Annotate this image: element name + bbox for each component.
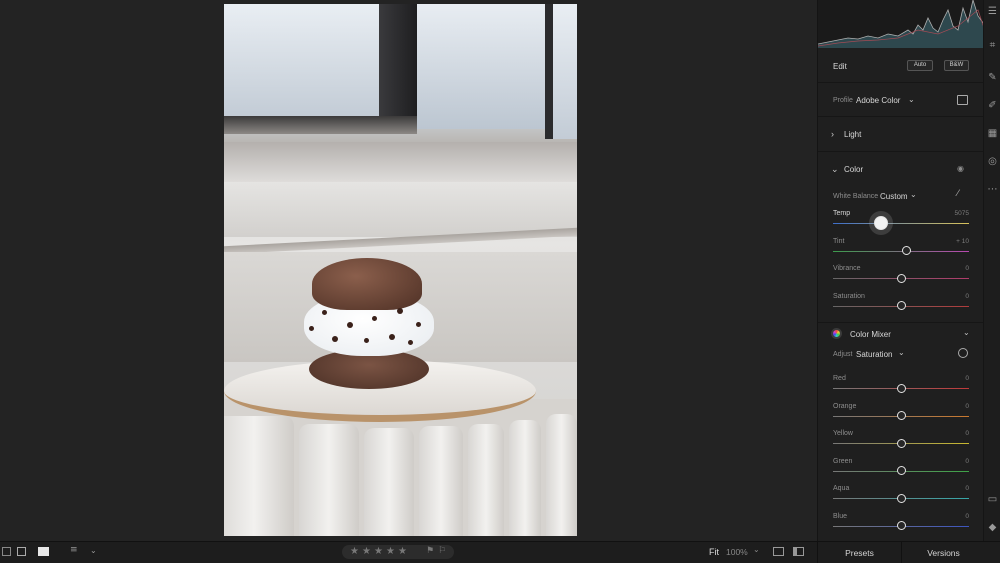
section-color-label[interactable]: Color bbox=[844, 165, 863, 174]
vibrance-slider-label: Vibrance bbox=[833, 265, 861, 272]
saturation-slider-thumb[interactable] bbox=[896, 301, 906, 310]
green-slider-value[interactable]: 0 bbox=[965, 458, 969, 465]
chevron-down-icon[interactable]: ⌄ bbox=[831, 164, 839, 175]
vibrance-slider-value[interactable]: 0 bbox=[965, 265, 969, 272]
section-color-mixer: Color Mixer ⌄ Adjust Saturation ⌄ Red 0 Or… bbox=[818, 323, 983, 541]
blue-slider-value[interactable]: 0 bbox=[965, 513, 969, 520]
tint-slider-value[interactable]: + 10 bbox=[956, 238, 969, 245]
green-slider-label: Green bbox=[833, 457, 853, 465]
profile-row[interactable]: Profile Adobe Color ⌄ bbox=[818, 83, 983, 117]
split-view-icon[interactable] bbox=[793, 547, 804, 556]
sort-icon[interactable]: ≡ bbox=[70, 545, 78, 555]
white-balance-dropdown[interactable]: Custom bbox=[880, 192, 908, 201]
white-balance-label: White Balance bbox=[833, 193, 879, 200]
adjust-dropdown[interactable]: Saturation bbox=[856, 350, 892, 359]
star-3[interactable]: ★ bbox=[374, 546, 383, 557]
chevron-down-icon[interactable]: ⌄ bbox=[90, 546, 97, 555]
tint-slider-label: Tint bbox=[833, 237, 845, 245]
panel-title: Edit bbox=[833, 62, 847, 71]
radial-icon[interactable]: ◎ bbox=[987, 156, 998, 167]
blue-slider-label: Blue bbox=[833, 512, 848, 520]
chevron-down-icon[interactable]: ⌄ bbox=[963, 328, 970, 337]
tool-strip: ☰ ⌗ ✎ ✐ ▦ ◎ ⋯ ▭ ◆ bbox=[983, 0, 1000, 541]
chevron-down-icon[interactable]: ⌄ bbox=[753, 545, 760, 554]
color-mixer-icon bbox=[831, 328, 842, 339]
comment-icon[interactable]: ▭ bbox=[987, 494, 998, 505]
yellow-slider-thumb[interactable] bbox=[896, 438, 906, 448]
auto-button[interactable]: Auto bbox=[907, 60, 933, 71]
eye-icon[interactable]: ◉ bbox=[957, 164, 964, 173]
aqua-slider-value[interactable]: 0 bbox=[965, 485, 969, 492]
temp-slider-track[interactable] bbox=[833, 223, 969, 224]
chevron-down-icon: ⌄ bbox=[910, 190, 917, 199]
section-light-label: Light bbox=[844, 130, 862, 139]
adjust-label: Adjust bbox=[833, 351, 853, 358]
flag-reject-icon[interactable]: ⚐ bbox=[438, 546, 446, 556]
aqua-slider-label: Aqua bbox=[833, 485, 850, 492]
saturation-slider-value[interactable]: 0 bbox=[965, 293, 969, 300]
green-slider-thumb[interactable] bbox=[896, 466, 906, 475]
profile-dropdown[interactable]: Adobe Color bbox=[856, 96, 900, 105]
sliders-icon[interactable]: ☰ bbox=[987, 6, 998, 17]
red-slider-label: Red bbox=[833, 375, 846, 382]
profile-browser-icon[interactable] bbox=[957, 95, 968, 105]
star-1[interactable]: ★ bbox=[350, 546, 359, 557]
chevron-right-icon: › bbox=[831, 129, 834, 139]
orange-slider-label: Orange bbox=[833, 402, 857, 410]
grid-large-icon[interactable] bbox=[17, 547, 26, 556]
tint-slider-thumb[interactable] bbox=[901, 246, 911, 255]
blue-slider-thumb[interactable] bbox=[896, 521, 906, 530]
orange-slider-thumb[interactable] bbox=[896, 411, 906, 420]
crop-icon[interactable]: ⌗ bbox=[987, 40, 998, 51]
red-slider-value[interactable]: 0 bbox=[965, 375, 969, 382]
saturation-slider-label: Saturation bbox=[833, 292, 865, 300]
histogram[interactable] bbox=[818, 0, 983, 48]
more-icon[interactable]: ⋯ bbox=[987, 184, 998, 195]
edit-panel: Edit Auto B&W Profile Adobe Color ⌄ › Li… bbox=[817, 0, 983, 541]
brush-icon[interactable]: ✐ bbox=[987, 100, 998, 111]
photo-preview bbox=[224, 4, 577, 536]
tab-presets[interactable]: Presets bbox=[817, 542, 901, 563]
red-slider-thumb[interactable] bbox=[896, 383, 906, 393]
section-light[interactable]: › Light bbox=[818, 117, 983, 152]
chevron-down-icon: ⌄ bbox=[898, 348, 905, 357]
yellow-slider-label: Yellow bbox=[833, 430, 853, 437]
section-color-mixer-label[interactable]: Color Mixer bbox=[850, 330, 891, 339]
tint-slider-track[interactable] bbox=[833, 250, 969, 252]
tag-icon[interactable]: ◆ bbox=[987, 522, 998, 533]
star-5[interactable]: ★ bbox=[398, 546, 407, 557]
detail-view-icon[interactable] bbox=[38, 547, 49, 556]
flag-pick-icon[interactable]: ⚑ bbox=[426, 546, 434, 556]
eyedropper-icon[interactable]: ⁄ bbox=[957, 189, 959, 199]
temp-slider-thumb[interactable] bbox=[873, 216, 888, 230]
vibrance-slider-thumb[interactable] bbox=[896, 273, 906, 283]
compare-icon[interactable] bbox=[773, 547, 784, 556]
rating-group: ★ ★ ★ ★ ★ ⚑ ⚐ bbox=[342, 545, 454, 559]
temp-slider-label: Temp bbox=[833, 210, 851, 217]
temp-slider-value[interactable]: 5075 bbox=[955, 210, 969, 217]
tab-versions[interactable]: Versions bbox=[901, 542, 985, 563]
bottom-bar: ≡ ⌄ ★ ★ ★ ★ ★ ⚑ ⚐ Fit 100% ⌄ Presets Ver… bbox=[0, 541, 1000, 563]
star-2[interactable]: ★ bbox=[362, 546, 371, 557]
target-adjust-icon[interactable] bbox=[958, 348, 968, 358]
yellow-slider-value[interactable]: 0 bbox=[965, 430, 969, 437]
orange-slider-value[interactable]: 0 bbox=[965, 403, 969, 410]
chevron-down-icon: ⌄ bbox=[908, 95, 915, 104]
star-4[interactable]: ★ bbox=[386, 546, 395, 557]
aqua-slider-thumb[interactable] bbox=[896, 493, 906, 503]
section-color: ⌄ Color ◉ White Balance Custom ⌄ ⁄ Temp 5… bbox=[818, 152, 983, 323]
zoom-fit[interactable]: Fit bbox=[709, 547, 719, 557]
gradient-icon[interactable]: ▦ bbox=[987, 128, 998, 139]
bw-button[interactable]: B&W bbox=[944, 60, 969, 71]
grid-small-icon[interactable] bbox=[2, 547, 11, 556]
healing-icon[interactable]: ✎ bbox=[987, 72, 998, 83]
profile-label: Profile bbox=[833, 97, 853, 104]
zoom-level[interactable]: 100% bbox=[726, 547, 748, 557]
photo-canvas[interactable] bbox=[0, 0, 817, 541]
